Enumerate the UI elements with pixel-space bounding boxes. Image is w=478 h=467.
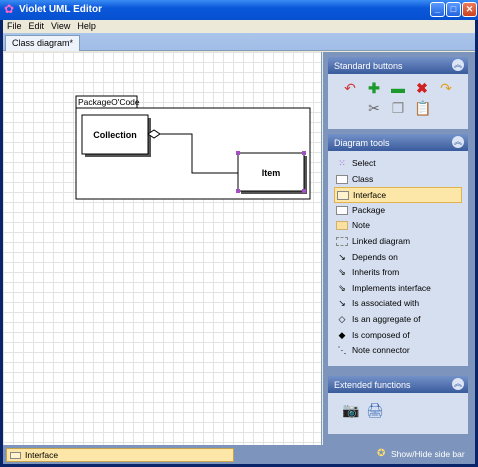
diagram-tools-panel: Diagram tools ︽ ⁙ Select Class Interface … — [328, 134, 468, 366]
maximize-button[interactable]: □ — [446, 2, 461, 17]
standard-buttons-panel: Standard buttons ︽ ↶ ✚ ▬ ✖ ↷ ✂ ❐ 📋 — [328, 57, 468, 129]
diagram-tools-title: Diagram tools — [334, 138, 390, 148]
tool-note[interactable]: Note — [334, 218, 462, 234]
violet-app-icon: ✿ — [4, 2, 15, 16]
screenshot-icon[interactable]: 📷 — [342, 402, 359, 418]
show-hide-sidebar-button[interactable]: ✪ Show/Hide side bar — [377, 448, 465, 459]
tool-is-an-aggregate-of[interactable]: ◇ Is an aggregate of — [334, 312, 462, 328]
select-icon: ⁙ — [338, 158, 346, 168]
standard-buttons-header[interactable]: Standard buttons ︽ — [328, 57, 468, 74]
diagram-canvas[interactable]: PackageO'Code Collection Item — [3, 52, 322, 445]
collapse-icon[interactable]: ︽ — [452, 136, 464, 148]
delete-icon[interactable]: ✖ — [414, 80, 430, 96]
association-arrow-icon: ↘ — [338, 298, 346, 309]
diagram-tools-header[interactable]: Diagram tools ︽ — [328, 134, 468, 151]
tool-package[interactable]: Package — [334, 203, 462, 219]
tool-is-associated-with[interactable]: ↘ Is associated with — [334, 296, 462, 312]
main-area: Class diagram* PackageO'Code Collection — [3, 33, 475, 464]
standard-buttons-title: Standard buttons — [334, 61, 403, 71]
note-connector-icon: ⋱ — [337, 345, 347, 356]
selection-handle[interactable] — [302, 151, 306, 155]
selection-handle[interactable] — [302, 189, 306, 193]
status-bar: Interface ✪ Show/Hide side bar — [3, 445, 475, 464]
interface-icon — [337, 191, 349, 201]
package-icon — [336, 205, 348, 215]
tool-is-composed-of[interactable]: ◆ Is composed of — [334, 328, 462, 344]
tab-strip: Class diagram* — [3, 33, 475, 51]
tool-note-connector[interactable]: ⋱ Note connector — [334, 343, 462, 359]
side-bar: Standard buttons ︽ ↶ ✚ ▬ ✖ ↷ ✂ ❐ 📋 Diagr… — [323, 52, 475, 445]
tool-depends-on[interactable]: ↘ Depends on — [334, 250, 462, 266]
minimize-button[interactable]: _ — [430, 2, 445, 17]
tool-linked-diagram[interactable]: Linked diagram — [334, 234, 462, 250]
collapse-icon[interactable]: ︽ — [452, 378, 464, 390]
linked-diagram-icon — [336, 236, 348, 246]
interface-icon — [10, 452, 21, 459]
tool-inherits-from[interactable]: ⇘ Inherits from — [334, 265, 462, 281]
window-title: Violet UML Editor — [19, 4, 102, 15]
close-button[interactable]: ✕ — [462, 2, 477, 17]
diagram-svg: PackageO'Code Collection Item — [75, 95, 311, 200]
menu-view[interactable]: View — [47, 20, 73, 31]
tab-class-diagram[interactable]: Class diagram* — [5, 35, 81, 51]
menu-edit[interactable]: Edit — [25, 20, 48, 31]
selection-handle[interactable] — [236, 189, 240, 193]
collection-label: Collection — [93, 130, 137, 140]
cut-icon[interactable]: ✂ — [366, 100, 382, 116]
paste-icon[interactable]: 📋 — [414, 100, 431, 116]
tool-implements-interface[interactable]: ⇘ Implements interface — [334, 281, 462, 297]
menu-bar: File Edit View Help — [3, 20, 475, 33]
aggregation-icon: ◇ — [338, 313, 346, 324]
remove-icon[interactable]: ▬ — [390, 80, 406, 96]
implements-arrow-icon: ⇘ — [338, 282, 346, 293]
copy-icon[interactable]: ❐ — [390, 100, 406, 116]
extended-functions-panel: Extended functions ︽ 📷 🖨 — [328, 376, 468, 434]
package-label: PackageO'Code — [78, 97, 140, 107]
redo-icon[interactable]: ↷ — [438, 80, 454, 96]
title-bar[interactable]: ✿ Violet UML Editor _ □ ✕ — [0, 0, 478, 20]
item-label: Item — [262, 168, 281, 178]
tool-class[interactable]: Class — [334, 172, 462, 188]
note-icon — [336, 221, 348, 231]
selection-handle[interactable] — [236, 151, 240, 155]
undo-icon[interactable]: ↶ — [342, 80, 358, 96]
dependency-arrow-icon: ↘ — [338, 251, 346, 262]
tool-select[interactable]: ⁙ Select — [334, 156, 462, 172]
app-window: ✿ Violet UML Editor _ □ ✕ File Edit View He… — [0, 0, 478, 467]
collapse-icon[interactable]: ︽ — [452, 59, 464, 71]
class-icon — [336, 174, 348, 184]
current-tool-indicator: Interface — [6, 448, 234, 462]
extended-functions-title: Extended functions — [334, 380, 411, 390]
print-icon[interactable]: 🖨 — [366, 402, 384, 418]
menu-file[interactable]: File — [3, 20, 25, 31]
menu-help[interactable]: Help — [73, 20, 99, 31]
inheritance-arrow-icon: ⇘ — [338, 267, 346, 278]
tool-interface[interactable]: Interface — [334, 187, 462, 203]
extended-functions-header[interactable]: Extended functions ︽ — [328, 376, 468, 393]
sidebar-toggle-icon: ✪ — [377, 448, 386, 459]
composition-icon: ◆ — [338, 329, 346, 340]
add-icon[interactable]: ✚ — [366, 80, 382, 96]
